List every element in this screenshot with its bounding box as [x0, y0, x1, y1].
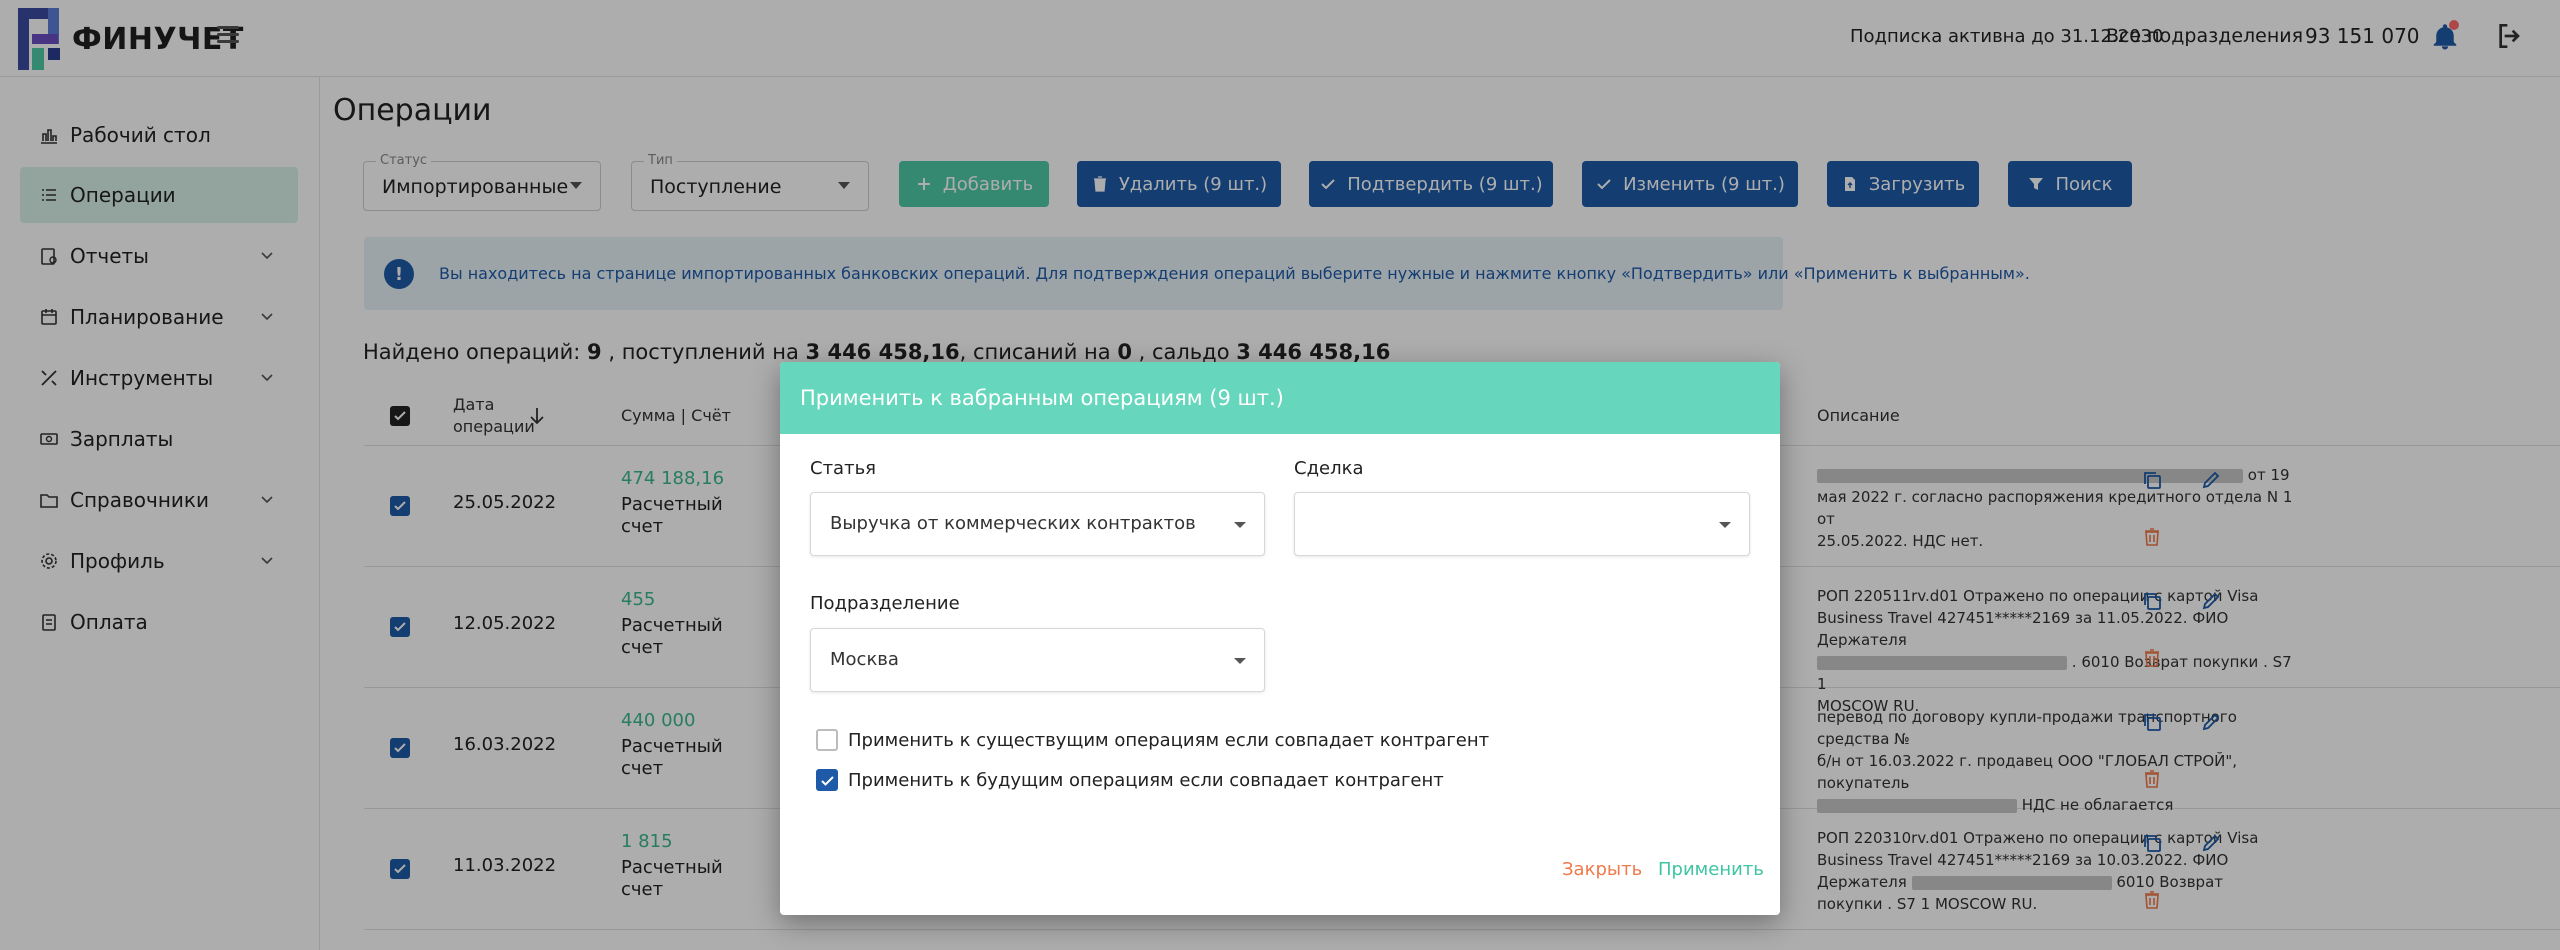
division-label: Подразделение [810, 593, 960, 614]
caret-down-icon [1234, 658, 1246, 664]
division-select[interactable]: Москва [810, 628, 1265, 692]
app: ФИНУЧЕТ Подписка активна до 31.12.2030 В… [0, 0, 2560, 950]
apply-to-selected-dialog: Применить к вабранным операциям (9 шт.) … [780, 362, 1780, 915]
deal-select[interactable] [1294, 492, 1750, 556]
article-select-value: Выручка от коммерческих контрактов [830, 513, 1196, 534]
deal-label: Сделка [1294, 458, 1364, 479]
article-label: Статья [810, 458, 877, 479]
check-icon [820, 775, 834, 786]
apply-future-checkbox[interactable] [816, 769, 838, 791]
close-button[interactable]: Закрыть [1562, 859, 1642, 880]
apply-existing-checkbox[interactable] [816, 729, 838, 751]
apply-future-checkbox-row[interactable]: Применить к будущим операциям если совпа… [816, 769, 1444, 791]
caret-down-icon [1719, 522, 1731, 528]
article-select[interactable]: Выручка от коммерческих контрактов [810, 492, 1265, 556]
dialog-header: Применить к вабранным операциям (9 шт.) [780, 362, 1780, 434]
apply-existing-label: Применить к существущим операциям если с… [848, 729, 1490, 751]
division-select-value: Москва [830, 649, 899, 670]
apply-future-label: Применить к будущим операциям если совпа… [848, 769, 1444, 791]
caret-down-icon [1234, 522, 1246, 528]
apply-button[interactable]: Применить [1658, 859, 1764, 880]
dialog-title: Применить к вабранным операциям (9 шт.) [800, 386, 1284, 410]
apply-existing-checkbox-row[interactable]: Применить к существущим операциям если с… [816, 729, 1489, 751]
